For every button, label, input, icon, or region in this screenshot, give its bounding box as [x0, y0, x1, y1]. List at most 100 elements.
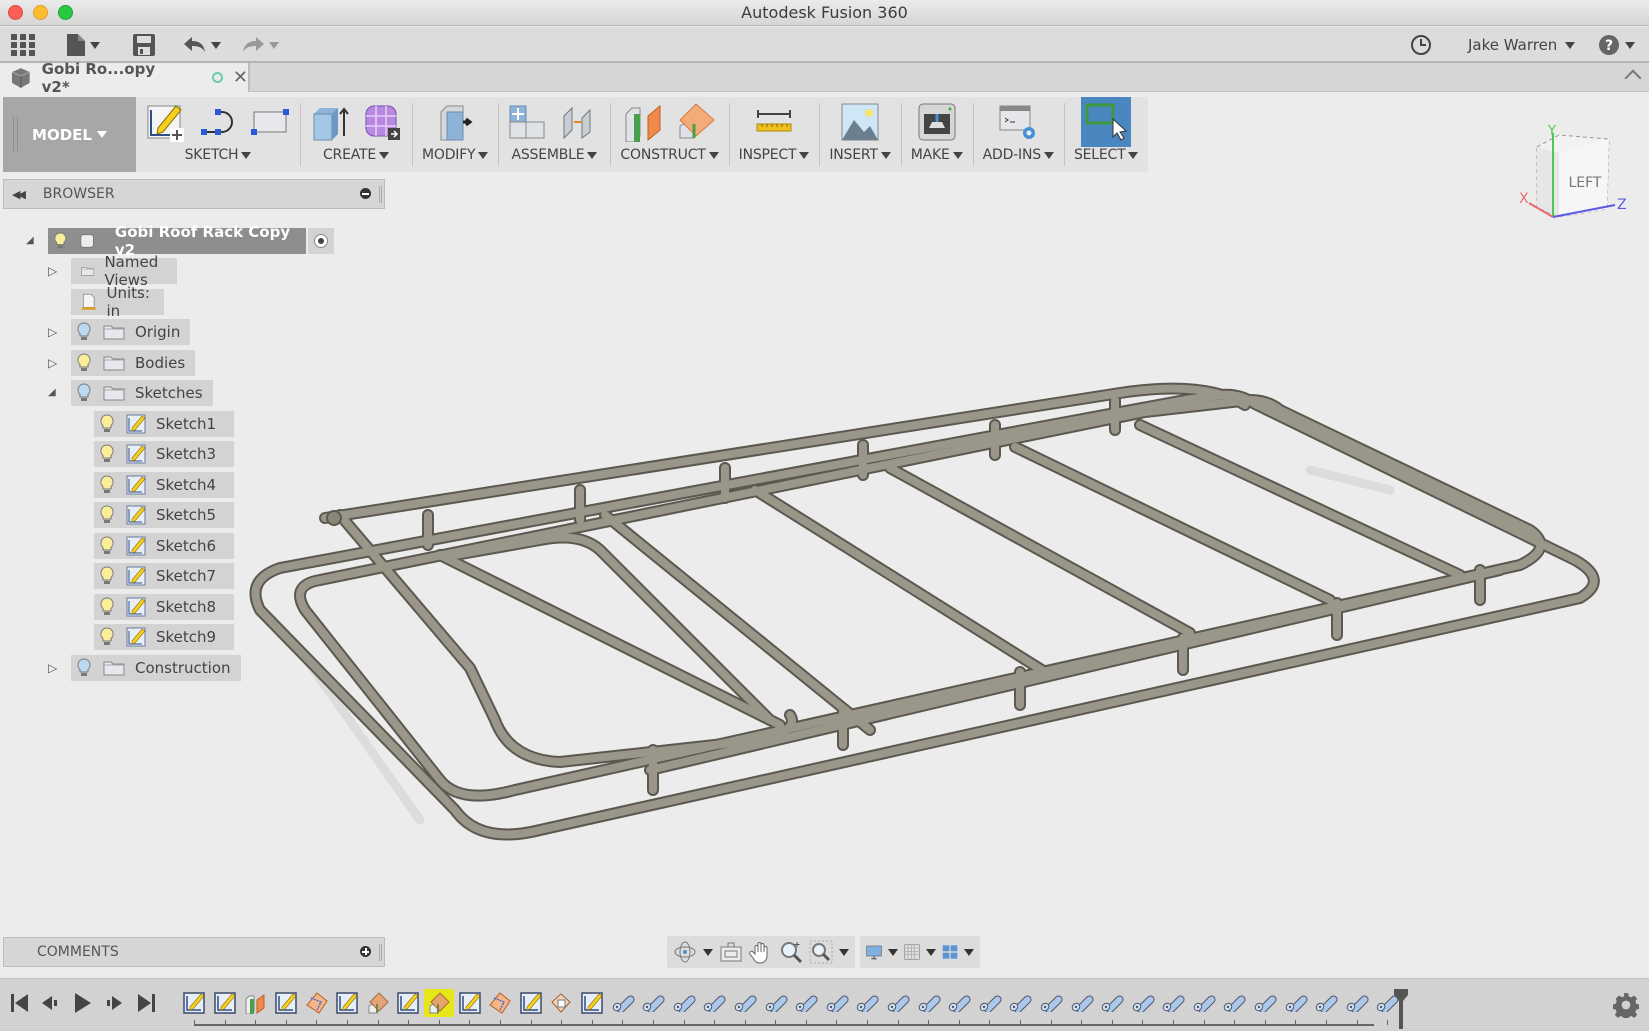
timeline-plane-through-points-icon[interactable] [546, 989, 577, 1025]
timeline-sketch-icon[interactable] [393, 989, 424, 1025]
tree-node[interactable]: Sketch8 [94, 593, 234, 620]
timeline-offset-plane-icon[interactable] [240, 989, 271, 1025]
tree-item-bodies[interactable]: ▷ Bodies [0, 349, 196, 376]
undo-button[interactable] [184, 32, 221, 58]
first-step-icon[interactable] [8, 991, 32, 1015]
measure-icon[interactable] [754, 102, 794, 142]
lightbulb-on-icon[interactable] [100, 535, 114, 556]
assemble-menu[interactable]: ASSEMBLE [511, 147, 598, 163]
lightbulb-off-icon[interactable] [77, 383, 91, 403]
tree-item-construction[interactable]: ▷ Construction [0, 654, 241, 681]
create-menu[interactable]: CREATE [323, 147, 390, 163]
timeline-pipe-icon[interactable] [791, 989, 822, 1025]
3d-print-icon[interactable] [917, 102, 957, 142]
timeline-pipe-icon[interactable] [669, 989, 700, 1025]
add-ins-menu[interactable]: ADD-INS [983, 147, 1054, 163]
activate-component-radio[interactable] [308, 228, 334, 254]
add-comment-icon[interactable] [360, 946, 371, 957]
tree-item-sketch[interactable]: Sketch3 [0, 441, 234, 467]
workspace-switcher[interactable]: MODEL [3, 97, 136, 172]
timeline-pipe-icon[interactable] [1250, 989, 1281, 1025]
chevron-down-icon[interactable] [703, 948, 713, 956]
document-tab[interactable]: Gobi Ro...opy v2* ✕ [0, 60, 250, 96]
tree-item-sketch[interactable]: Sketch6 [0, 532, 234, 559]
panel-resize-handle[interactable] [379, 186, 382, 203]
press-pull-icon[interactable] [435, 102, 475, 142]
insert-menu[interactable]: INSERT [829, 147, 891, 163]
lightbulb-on-icon[interactable] [100, 596, 114, 617]
timeline-pipe-icon[interactable] [1127, 989, 1158, 1025]
timeline-pipe-icon[interactable] [1066, 989, 1097, 1025]
timeline-pipe-icon[interactable] [1097, 989, 1128, 1025]
timeline-pipe-icon[interactable] [1005, 989, 1036, 1025]
help-menu-button[interactable]: ? [1598, 32, 1635, 58]
expand-triangle-icon[interactable]: ▷ [48, 265, 60, 277]
tree-node[interactable]: Sketch4 [94, 471, 234, 498]
view-cube[interactable]: LEFT Y X Z [1515, 124, 1645, 225]
timeline-pipe-icon[interactable] [1280, 989, 1311, 1025]
last-step-icon[interactable] [134, 991, 158, 1015]
grid-settings-icon[interactable] [904, 940, 920, 964]
redo-button[interactable] [242, 32, 279, 58]
tree-node[interactable]: Sketches [71, 380, 213, 406]
viewports-icon[interactable] [942, 940, 958, 964]
lightbulb-on-icon[interactable] [100, 627, 114, 647]
timeline-pipe-icon[interactable] [913, 989, 944, 1025]
timeline-sketch-icon[interactable] [210, 989, 241, 1025]
tree-node[interactable]: Sketch3 [94, 441, 234, 467]
select-menu[interactable]: SELECT [1074, 147, 1139, 163]
timeline-pipe-icon[interactable] [699, 989, 730, 1025]
timeline-sketch-icon[interactable] [332, 989, 363, 1025]
chevron-down-icon[interactable] [964, 948, 974, 956]
tree-item-sketch[interactable]: Sketch5 [0, 502, 234, 528]
timeline-sketch-icon[interactable] [179, 989, 210, 1025]
insert-image-icon[interactable] [840, 102, 880, 142]
tree-node[interactable]: Sketch5 [94, 502, 234, 528]
inspect-menu[interactable]: INSPECT [739, 147, 810, 163]
zoom-icon[interactable] [779, 940, 803, 964]
joint-icon[interactable] [560, 102, 600, 142]
previous-step-icon[interactable] [38, 991, 62, 1015]
fit-icon[interactable] [809, 940, 833, 964]
rectangle-icon[interactable] [250, 102, 290, 142]
timeline-pipe-icon[interactable] [1311, 989, 1342, 1025]
save-button[interactable] [133, 32, 155, 58]
chevron-up-icon[interactable] [1624, 69, 1642, 87]
timeline-pipe-icon[interactable] [607, 989, 638, 1025]
tree-item-units-in[interactable]: Units: in [0, 284, 165, 320]
timeline-sketch-icon[interactable] [271, 989, 302, 1025]
lightbulb-off-icon[interactable] [77, 322, 91, 342]
tree-node[interactable]: Sketch9 [94, 624, 234, 650]
look-at-icon[interactable] [719, 940, 743, 964]
tree-item-sketch[interactable]: Sketch4 [0, 471, 234, 498]
tree-item-sketch[interactable]: Sketch8 [0, 593, 234, 620]
tree-node[interactable]: Units: in [71, 284, 165, 320]
close-icon[interactable]: ✕ [233, 67, 248, 88]
collapse-browser-icon[interactable] [360, 188, 371, 199]
display-settings-icon[interactable] [866, 940, 882, 964]
play-icon[interactable] [70, 991, 94, 1015]
tree-node[interactable]: Sketch1 [94, 410, 234, 437]
chevron-down-icon[interactable] [839, 948, 849, 956]
timeline-sketch-icon[interactable] [454, 989, 485, 1025]
modify-menu[interactable]: MODIFY [422, 147, 489, 163]
tree-item-origin[interactable]: ▷ Origin [0, 319, 191, 345]
tree-item-sketch[interactable]: Sketch7 [0, 563, 234, 589]
timeline-pipe-icon[interactable] [1189, 989, 1220, 1025]
new-component-icon[interactable] [508, 102, 548, 142]
tree-node[interactable]: Construction [71, 654, 241, 681]
plane-at-angle-icon[interactable] [676, 102, 716, 142]
tree-node[interactable]: Named Views [71, 253, 177, 289]
offset-plane-icon[interactable] [624, 102, 664, 142]
timeline-pipe-icon[interactable] [974, 989, 1005, 1025]
lightbulb-on-icon[interactable] [100, 474, 114, 495]
collapse-triangle-icon[interactable]: ◢ [48, 387, 60, 399]
timeline-pipe-icon[interactable] [883, 989, 914, 1025]
file-menu-button[interactable] [67, 32, 100, 58]
tree-item-sketches[interactable]: ◢ Sketches [0, 380, 213, 406]
timeline-pipe-icon[interactable] [760, 989, 791, 1025]
make-menu[interactable]: MAKE [911, 147, 963, 163]
timeline-plane-along-path-icon[interactable] [485, 989, 516, 1025]
timeline-pipe-icon[interactable] [1158, 989, 1189, 1025]
tree-root[interactable]: ◢ Gobi Roof Rack Copy v2 [0, 223, 334, 259]
